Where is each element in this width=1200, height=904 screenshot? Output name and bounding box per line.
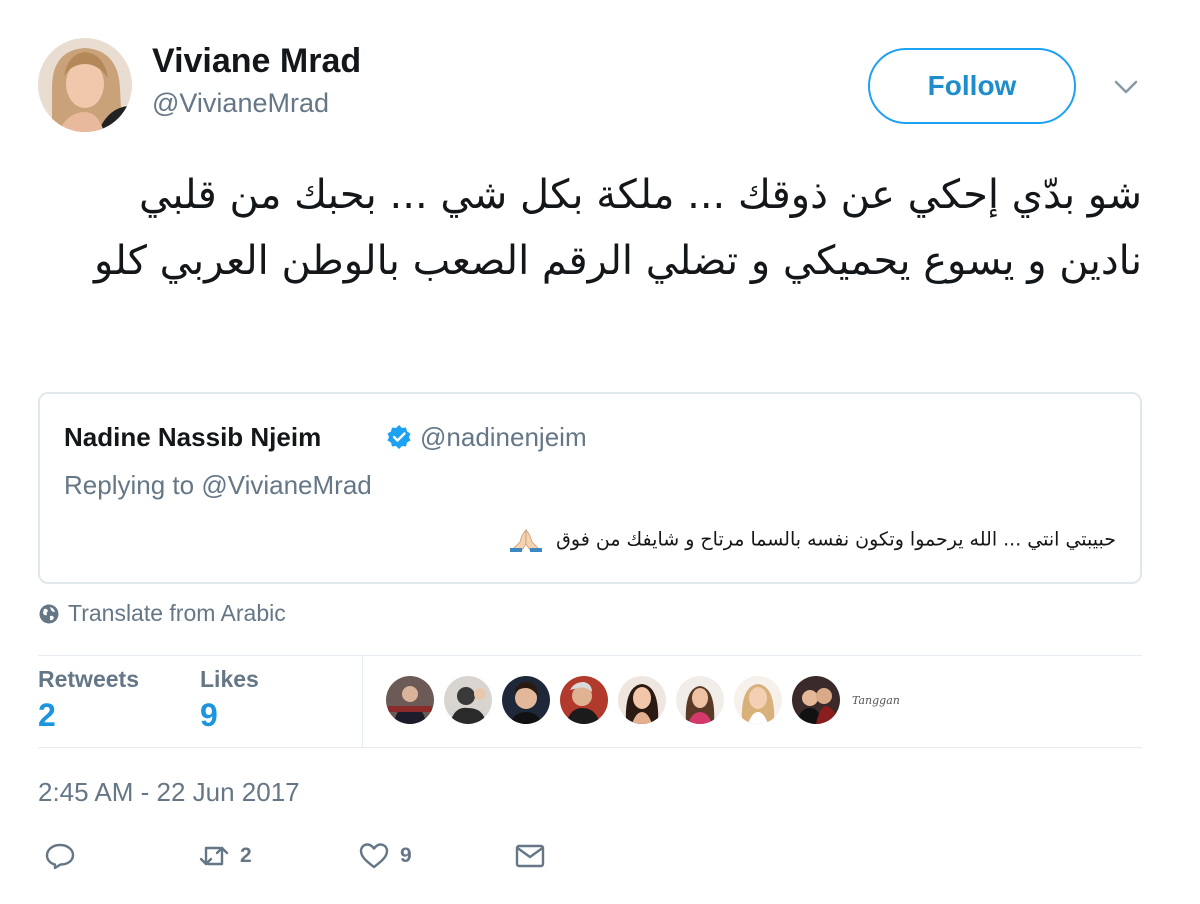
author-handle[interactable]: @VivianeMrad — [152, 88, 329, 119]
retweet-icon — [199, 846, 229, 866]
tweet-text: شو بدّي إحكي عن ذوقك ... ملكة بكل شي ...… — [93, 172, 1142, 284]
follow-button[interactable]: Follow — [868, 48, 1076, 124]
quoted-text: حبيبتي انتي ... الله يرحموا وتكون نفسه ب… — [556, 528, 1116, 551]
quoted-author-handle: @nadinenjeim — [420, 422, 587, 452]
verified-badge-icon — [386, 424, 412, 450]
tweet-card: Viviane Mrad @VivianeMrad Follow شو بدّي… — [0, 0, 1200, 904]
retweets-label[interactable]: Retweets — [38, 666, 139, 693]
globe-icon — [39, 604, 59, 623]
reply-icon — [45, 843, 75, 870]
likers-list: Tanggan — [386, 676, 900, 724]
reply-button[interactable] — [44, 840, 76, 872]
like-count: 9 — [400, 844, 412, 867]
liker-avatar[interactable] — [676, 676, 724, 724]
liker-avatar[interactable] — [386, 676, 434, 724]
translate-link[interactable]: Translate from Arabic — [38, 600, 286, 627]
liker-avatar[interactable] — [444, 676, 492, 724]
author-name[interactable]: Viviane Mrad — [152, 42, 361, 81]
envelope-icon — [515, 844, 545, 868]
liker-avatar[interactable] — [560, 676, 608, 724]
liker-avatar[interactable] — [502, 676, 550, 724]
liker-avatar[interactable] — [734, 676, 782, 724]
liker-avatar[interactable] — [618, 676, 666, 724]
quoted-tweet-text: حبيبتي انتي ... الله يرحموا وتكون نفسه ب… — [416, 528, 1116, 552]
retweets-count[interactable]: 2 — [38, 697, 56, 734]
quoted-author-name: Nadine Nassib Njeim — [64, 422, 322, 452]
chevron-down-icon[interactable] — [1110, 72, 1142, 102]
tweet-actions: 2 9 — [44, 840, 644, 880]
quoted-tweet[interactable]: Nadine Nassib Njeim @nadinenjeim Replyin… — [38, 392, 1142, 584]
retweet-count: 2 — [240, 844, 252, 867]
translate-label[interactable]: Translate from Arabic — [68, 600, 286, 627]
like-button[interactable]: 9 — [358, 840, 412, 872]
divider — [38, 655, 1142, 656]
replying-to-label: Replying to — [64, 470, 195, 500]
replying-to: Replying to @VivianeMrad — [64, 470, 372, 501]
divider — [362, 656, 363, 748]
author-avatar[interactable] — [38, 38, 132, 132]
praying-hands-icon — [508, 528, 544, 552]
retweet-button[interactable]: 2 — [198, 840, 252, 872]
divider — [38, 747, 1142, 748]
replying-to-handle[interactable]: @VivianeMrad — [201, 470, 371, 500]
tweet-timestamp[interactable]: 2:45 AM - 22 Jun 2017 — [38, 777, 300, 808]
likers-more-label: Tanggan — [852, 693, 900, 707]
direct-message-button[interactable] — [514, 840, 546, 872]
likes-count[interactable]: 9 — [200, 697, 218, 734]
liker-avatar[interactable] — [792, 676, 840, 724]
heart-icon — [359, 843, 389, 869]
likes-label[interactable]: Likes — [200, 666, 259, 693]
